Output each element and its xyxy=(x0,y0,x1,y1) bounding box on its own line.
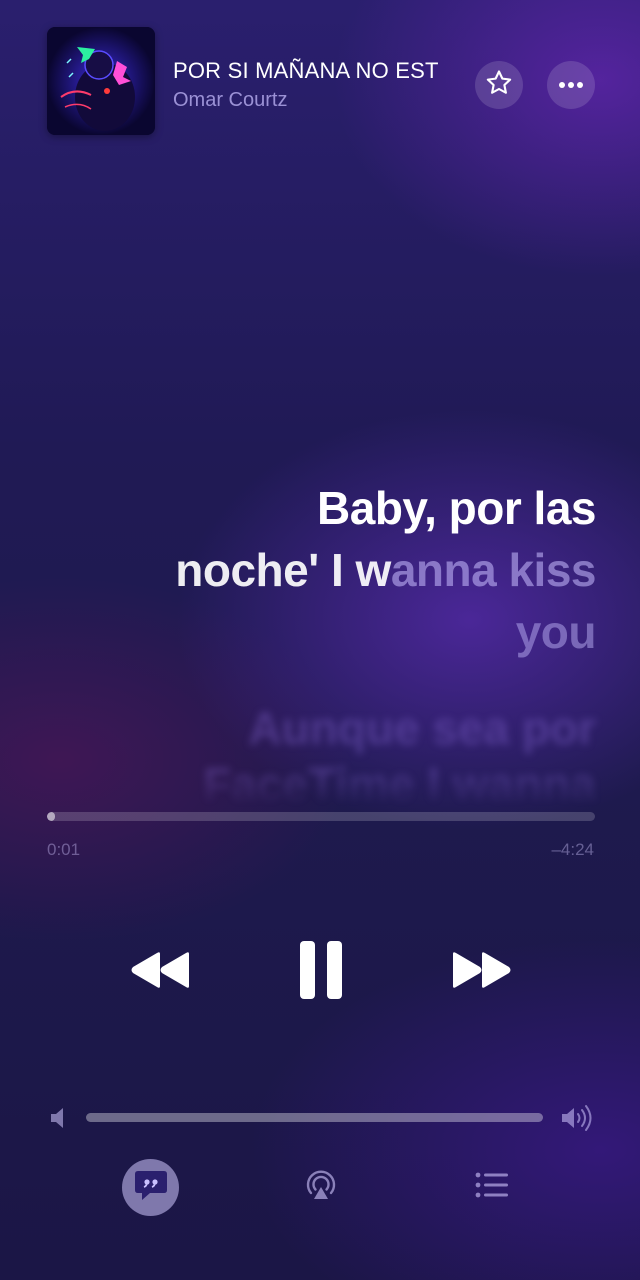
fast-forward-button[interactable] xyxy=(442,942,520,1002)
pause-button[interactable] xyxy=(290,936,352,1008)
speaker-low-icon xyxy=(48,1106,70,1130)
artist-name[interactable]: Omar Courtz xyxy=(173,89,287,112)
lyric-line: Baby, por las xyxy=(317,482,596,534)
song-title[interactable]: POR SI MAÑANA NO EST xyxy=(173,58,467,84)
rewind-button[interactable] xyxy=(122,942,200,1002)
fast-forward-icon xyxy=(450,951,512,994)
volume-slider[interactable] xyxy=(86,1113,543,1122)
playback-scrubber[interactable] xyxy=(47,812,595,821)
ellipsis-icon xyxy=(558,76,584,94)
more-options-button[interactable] xyxy=(547,61,595,109)
favorite-button[interactable] xyxy=(475,61,523,109)
pause-icon xyxy=(298,940,344,1005)
lyric-unsung-part: anna kiss xyxy=(390,544,597,596)
star-icon xyxy=(484,68,514,103)
remaining-time: –4:24 xyxy=(551,840,594,859)
rewind-icon xyxy=(130,951,192,994)
lyrics-button[interactable] xyxy=(122,1159,179,1216)
queue-button[interactable] xyxy=(472,1169,512,1205)
lyric-line: Aunque sea por xyxy=(248,702,596,754)
airplay-audio-icon xyxy=(303,1167,339,1208)
lyric-line: noche' I wanna kiss xyxy=(96,539,596,601)
elapsed-time: 0:01 xyxy=(47,840,81,859)
current-lyric[interactable]: Baby, por las noche' I wanna kiss you xyxy=(96,477,596,663)
speaker-high-icon xyxy=(560,1104,594,1132)
next-lyric[interactable]: Aunque sea por FaceTime I wanna xyxy=(96,700,596,812)
queue-list-icon xyxy=(475,1172,509,1203)
playback-progress-fill xyxy=(47,812,56,821)
lyrics-quote-icon xyxy=(134,1169,168,1206)
lyric-line: FaceTime I wanna xyxy=(203,758,596,810)
airplay-button[interactable] xyxy=(300,1166,342,1208)
lyric-sung-part: noche' I w xyxy=(175,544,391,596)
volume-level-fill xyxy=(86,1113,543,1122)
lyric-line: you xyxy=(515,606,597,658)
album-artwork[interactable] xyxy=(47,27,155,135)
